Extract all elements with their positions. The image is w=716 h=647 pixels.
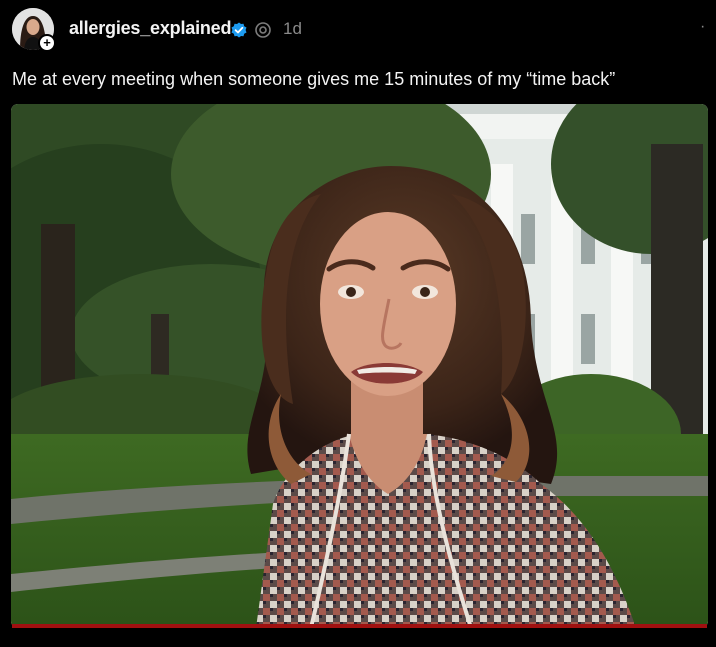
post-caption: Me at every meeting when someone gives m… — [12, 69, 616, 89]
video-progress-bar[interactable] — [12, 624, 707, 628]
post-media-video[interactable] — [11, 104, 708, 628]
plus-icon: + — [40, 36, 54, 50]
post-header: + allergies_explained 1d · — [0, 0, 716, 62]
more-options-button[interactable]: · — [700, 18, 705, 36]
video-frame — [11, 104, 708, 628]
follow-button[interactable]: + — [38, 34, 56, 52]
verified-badge-icon — [231, 22, 247, 38]
post-time: 1d — [283, 19, 302, 38]
username[interactable]: allergies_explained — [69, 18, 231, 39]
threads-icon — [255, 22, 271, 38]
